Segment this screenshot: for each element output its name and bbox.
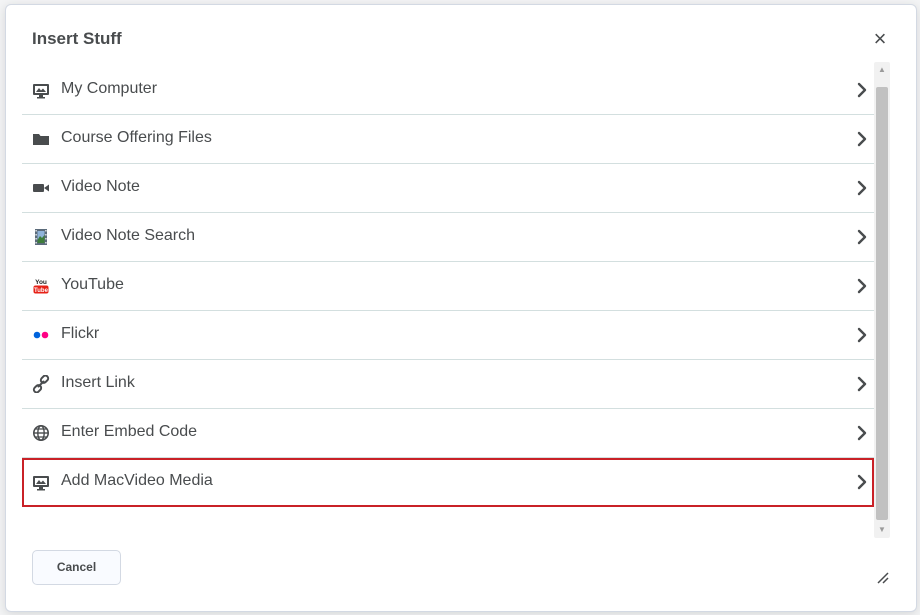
computer-icon: [33, 84, 49, 99]
cancel-button[interactable]: Cancel: [32, 550, 121, 585]
list-item-label: Flickr: [61, 325, 100, 342]
dialog-title: Insert Stuff: [32, 29, 122, 48]
resize-handle-icon[interactable]: [876, 571, 890, 585]
insert-stuff-dialog: Insert Stuff × My Computer Course Offeri…: [5, 4, 917, 612]
list-item-video-note-search[interactable]: Video Note Search: [22, 213, 874, 262]
flickr-icon: [33, 331, 49, 339]
list-item-label: My Computer: [61, 80, 158, 97]
list-item-video-note[interactable]: Video Note: [22, 164, 874, 213]
list-item-my-computer[interactable]: My Computer: [22, 66, 874, 115]
list-item-label: Video Note: [61, 178, 140, 195]
chevron-right-icon: [857, 278, 867, 294]
svg-text:You: You: [35, 279, 47, 286]
film-icon: [35, 229, 47, 245]
list-item-flickr[interactable]: Flickr: [22, 311, 874, 360]
source-list: My Computer Course Offering Files Video …: [22, 66, 874, 536]
scrollbar-thumb[interactable]: [876, 87, 888, 520]
list-item-youtube[interactable]: You Tube YouTube: [22, 262, 874, 311]
chevron-right-icon: [857, 327, 867, 343]
list-item-add-macvideo-media[interactable]: Add MacVideo Media: [22, 458, 874, 507]
list-item-course-offering-files[interactable]: Course Offering Files: [22, 115, 874, 164]
scroll-up-arrow[interactable]: ▲: [874, 62, 890, 78]
list-item-label: Insert Link: [61, 374, 135, 391]
list-item-label: Video Note Search: [61, 227, 196, 244]
list-item-label: Add MacVideo Media: [61, 472, 213, 489]
scroll-down-arrow[interactable]: ▼: [874, 522, 890, 538]
chevron-right-icon: [857, 180, 867, 196]
computer-icon: [33, 476, 49, 491]
globe-icon: [33, 425, 49, 441]
close-button[interactable]: ×: [870, 28, 890, 50]
list-item-label: Course Offering Files: [61, 129, 212, 146]
list-item-label: YouTube: [61, 276, 124, 293]
youtube-icon: You Tube: [33, 279, 49, 294]
chevron-right-icon: [857, 376, 867, 392]
chevron-right-icon: [857, 229, 867, 245]
svg-text:Tube: Tube: [34, 288, 49, 294]
list-item-insert-link[interactable]: Insert Link: [22, 360, 874, 409]
list-item-label: Enter Embed Code: [61, 423, 198, 440]
chevron-right-icon: [857, 131, 867, 147]
list-item-enter-embed-code[interactable]: Enter Embed Code: [22, 409, 874, 458]
list-scrollbar[interactable]: ▲ ▼: [874, 62, 890, 538]
chevron-right-icon: [857, 82, 867, 98]
video-camera-icon: [33, 184, 49, 192]
folder-icon: [33, 134, 49, 145]
chevron-right-icon: [857, 474, 867, 490]
link-icon: [32, 375, 50, 393]
chevron-right-icon: [857, 425, 867, 441]
